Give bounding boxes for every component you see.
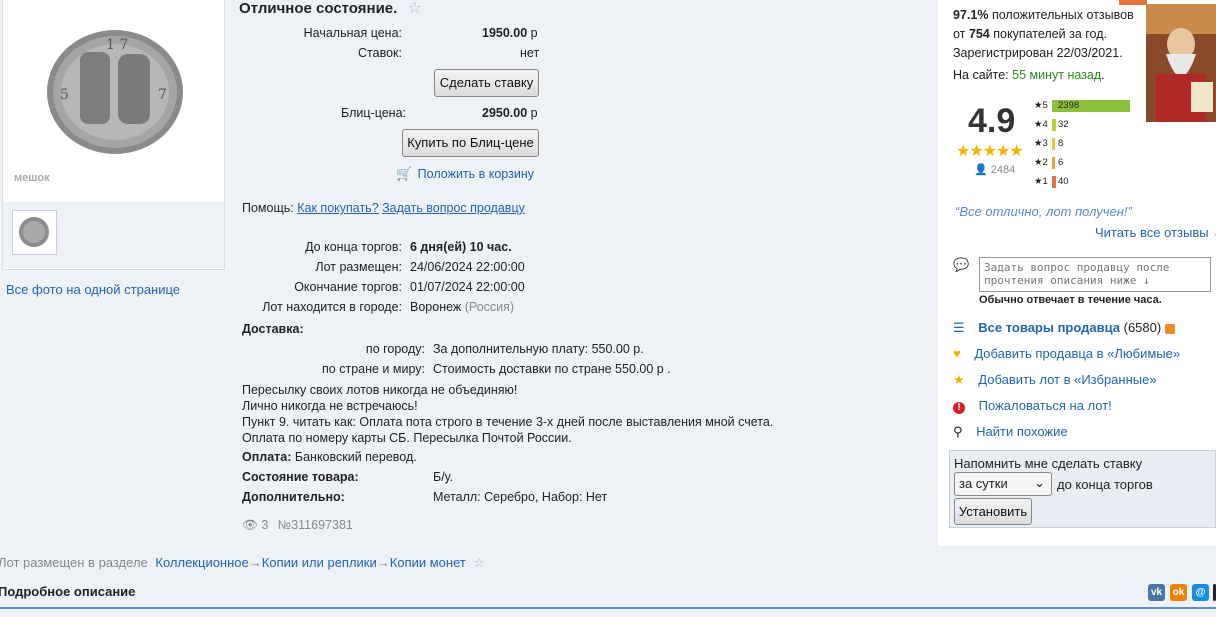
add-to-cart[interactable]: 🛒 Положить в корзину [396, 166, 534, 182]
world-delivery: Стоимость доставки по стране 550.00 р . [433, 362, 671, 376]
star-outline-icon[interactable]: ☆ [473, 555, 485, 570]
seller-notes: Пересылку своих лотов никогда не объедин… [242, 382, 773, 446]
favorite-seller-row[interactable]: ♥ Добавить продавца в «Любимые» [953, 346, 1180, 361]
note-line: Лично никогда не встречаюсь! [242, 399, 418, 413]
description-title: Подробное описание [0, 584, 136, 599]
note-line: Оплата по номеру карты СБ. Пересылка Поч… [242, 431, 572, 445]
breadcrumb-item[interactable]: Копии монет [390, 555, 466, 570]
main-photo[interactable]: 5 7 1 7 мешок [8, 4, 218, 199]
all-photos-link[interactable]: Все фото на одной странице [6, 282, 180, 297]
remind-period-select[interactable]: за сутки ⌄ [954, 472, 1052, 496]
note-line: Пересылку своих лотов никогда не объедин… [242, 383, 518, 397]
review-quote: “Все отлично, лот получен!” [955, 204, 1132, 219]
description-header: Подробное описание [0, 576, 1216, 609]
rss-icon[interactable] [1164, 323, 1175, 334]
find-similar-row[interactable]: ⚲ Найти похожие [953, 424, 1068, 440]
reviews-count: 👤 2484 [974, 164, 1016, 176]
thumbnail-1[interactable] [12, 210, 57, 255]
star-icon: ★ [953, 372, 965, 387]
favorite-lot-row[interactable]: ★ Добавить лот в «Избранные» [953, 372, 1157, 388]
read-all-reviews-link[interactable]: Читать все отзывы → [1095, 225, 1216, 240]
user-icon: 👤 [974, 164, 988, 176]
state-value: Б/у. [433, 470, 454, 484]
payment-row: Оплата: Банковский перевод. [242, 450, 417, 464]
city-delivery: За дополнительную плату: 550.00 р. [433, 342, 644, 356]
svg-text:5: 5 [60, 87, 69, 103]
reply-time: Обычно отвечает в течение часа. [979, 294, 1162, 306]
vk-share-icon[interactable]: vk [1148, 584, 1165, 601]
views-row: 👁 3 №311697381 [242, 518, 353, 533]
set-reminder-button[interactable]: Установить [954, 498, 1032, 525]
seller-online: На сайте: 55 минут назад. [953, 68, 1105, 82]
remind-title: Напомнить мне сделать ставку [954, 456, 1143, 471]
condition-title: Отличное состояние. ☆ [239, 0, 422, 17]
help-row: Помощь: Как покупать? Задать вопрос прод… [242, 201, 525, 215]
speech-bubble-icon: 💬 [953, 257, 970, 272]
end-label: Окончание торгов: [294, 280, 402, 294]
placed-date: 24/06/2024 22:00:00 [410, 260, 525, 274]
question-textarea[interactable] [979, 257, 1211, 292]
warning-icon: ! [953, 402, 965, 414]
note-line: Пункт 9. читать как: Оплата пота строго … [242, 415, 774, 429]
extra-label: Дополнительно: [242, 490, 345, 504]
rating-bar-5[interactable]: ★5 2398 [1034, 99, 1134, 112]
rating-bar-1[interactable]: ★1 40 [1034, 175, 1134, 188]
extra-value: Металл: Серебро, Набор: Нет [433, 490, 608, 504]
world-delivery-label: по стране и миру: [322, 362, 425, 376]
city-value: Воронеж (Россия) [410, 300, 515, 314]
seller-stats: 97.1% положительных отзывов от 754 покуп… [953, 8, 1134, 60]
rating-score: 4.9 [968, 102, 1016, 140]
how-to-buy-link[interactable]: Как покупать? [297, 201, 378, 215]
complain-row[interactable]: ! Пожаловаться на лот! [953, 398, 1112, 414]
end-date: 01/07/2024 22:00:00 [410, 280, 525, 294]
eye-icon: 👁 [242, 518, 258, 532]
cart-icon: 🛒 [396, 166, 413, 181]
all-items-row[interactable]: ☰ Все товары продавца (6580) [953, 320, 1175, 336]
ok-share-icon[interactable]: ok [1170, 584, 1187, 601]
list-icon: ☰ [953, 320, 965, 335]
rating-stars-icon: ★★★★★ [956, 143, 1024, 160]
city-label: Лот находится в городе: [262, 300, 402, 314]
start-price-label: Начальная цена: [303, 26, 402, 40]
lot-number: №311697381 [277, 518, 353, 532]
views-count: 3 [261, 518, 269, 532]
delivery-label: Доставка: [242, 322, 304, 336]
buy-blitz-button[interactable]: Купить по Блиц-цене [402, 129, 539, 157]
photo-watermark: мешок [14, 172, 50, 184]
placed-label: Лот размещен: [315, 260, 402, 274]
heart-icon: ♥ [953, 346, 961, 361]
breadcrumb-item[interactable]: Коллекционное [155, 555, 248, 570]
blitz-price: 2950.00 р [482, 106, 538, 120]
place-bid-button[interactable]: Сделать ставку [434, 69, 539, 97]
ends-in: 6 дня(ей) 10 час. [410, 240, 512, 254]
svg-text:7: 7 [158, 87, 167, 103]
search-icon: ⚲ [953, 424, 963, 439]
bids-value: нет [520, 46, 540, 60]
bids-label: Ставок: [358, 46, 402, 60]
remind-suffix: до конца торгов [1057, 477, 1153, 492]
rating-bar-3[interactable]: ★3 8 [1034, 137, 1134, 150]
mail-share-icon[interactable]: @ [1192, 584, 1209, 601]
seller-avatar[interactable] [1146, 4, 1216, 122]
breadcrumb: Лот размещен в разделе Коллекционное→Коп… [0, 555, 486, 570]
breadcrumb-item[interactable]: Копии или реплики [262, 555, 377, 570]
rating-bar-4[interactable]: ★4 32 [1034, 118, 1134, 131]
star-outline-icon[interactable]: ☆ [408, 0, 422, 17]
ends-in-label: До конца торгов: [305, 240, 402, 254]
top-accent [1119, 0, 1147, 5]
svg-text:1 7: 1 7 [106, 37, 128, 53]
city-delivery-label: по городу: [365, 342, 425, 356]
state-label: Состояние товара: [242, 470, 359, 484]
chevron-down-icon: ⌄ [1034, 475, 1045, 490]
rating-bar-2[interactable]: ★2 6 [1034, 156, 1134, 169]
blitz-label: Блиц-цена: [341, 106, 406, 120]
ask-seller-link[interactable]: Задать вопрос продавцу [382, 201, 525, 215]
start-price: 1950.00 р [482, 26, 538, 40]
